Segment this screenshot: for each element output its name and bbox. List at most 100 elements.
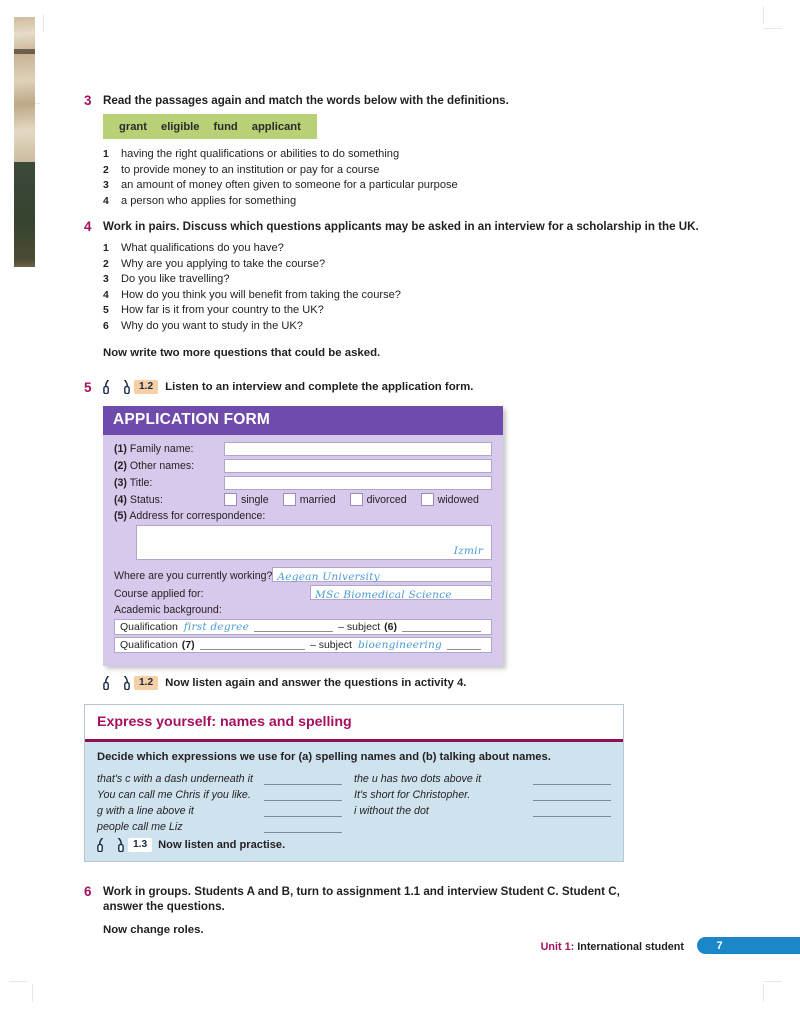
activity-5-listen-again-text: Now listen again and answer the question… [165,677,467,689]
footer-unit-title: International student [577,941,684,953]
list-item-text: Why are you applying to take the course? [121,257,326,270]
express-yourself-audio-line: 1.3 Now listen and practise. [97,838,611,852]
list-item: people call me Liz [97,817,354,833]
address-input[interactable]: Izmir [136,525,492,560]
list-item-number: 3 [103,274,109,286]
qualification-1-handwritten-value: first degree [183,621,250,633]
list-item: i without the dot [354,801,611,817]
expression-text: It's short for Christopher. [354,789,471,801]
qualification-1-subject-rule[interactable] [401,622,481,632]
application-form-body: (1) Family name: (2) Other names: (3) Ti… [103,435,503,666]
activity-6-heading: Work in groups. Students A and B, turn t… [103,885,620,913]
working-input[interactable]: Aegean University [272,567,492,583]
list-item: 3 Do you like travelling? [103,272,784,288]
form-row-status: (4) Status: single married divorced wido… [114,493,492,506]
expression-answer-rule[interactable] [533,805,611,817]
list-item-number: 1 [103,149,109,160]
course-input[interactable]: MSc Biomedical Science [310,585,492,601]
express-yourself-left-column: that's c with a dash underneath it You c… [97,769,354,833]
expression-answer-rule[interactable] [533,773,611,785]
list-item-number: 2 [103,258,109,270]
express-yourself-body: Decide which expressions we use for (a) … [85,742,623,861]
expression-text: people call me Liz [97,821,183,833]
list-item-text: a person who applies for something [121,194,297,207]
word-fund: fund [213,121,238,133]
form-row-family-name: (1) Family name: [114,442,492,456]
activity-5: 5 1.2 Listen to an interview and complet… [84,380,784,690]
expression-answer-rule[interactable] [533,789,611,801]
checkbox-widowed[interactable] [420,493,434,506]
expression-answer-rule[interactable] [264,805,342,817]
qualification-1-rule[interactable] [254,622,334,632]
status-option-single: single [241,493,269,506]
expression-answer-rule[interactable] [264,773,342,785]
express-yourself-right-column: the u has two dots above it It's short f… [354,769,611,833]
address-label-text: Address for correspondence: [129,510,266,522]
list-item-text: an amount of money often given to someon… [121,179,458,192]
vocabulary-word-bar: grant eligible fund applicant [103,114,317,139]
checkbox-divorced[interactable] [349,493,363,506]
word-grant: grant [119,121,147,133]
list-item-text: Do you like travelling? [121,273,230,286]
qualification-2-subject-rule[interactable] [447,640,481,650]
list-item: 3 an amount of money often given to some… [103,178,784,194]
list-item: 6 Why do you want to study in the UK? [103,319,784,335]
list-item: 1 having the right qualifications or abi… [103,147,784,163]
title-input[interactable] [224,476,492,490]
checkbox-single[interactable] [224,493,237,506]
expression-text: that's c with a dash underneath it [97,773,253,785]
qualification-2-subject-label: – subject [309,639,352,651]
status-option-widowed: widowed [437,493,479,506]
family-name-number: (1) [114,443,127,455]
qualification-1-subject-number: (6) [384,621,397,633]
list-item: It's short for Christopher. [354,785,611,801]
headphones-icon [103,380,130,394]
list-item: 2 Why are you applying to take the cours… [103,257,784,273]
family-name-input[interactable] [224,442,492,456]
qualification-row-2: Qualification (7) – subject bioengineeri… [114,637,492,653]
family-name-label-text: Family name: [129,443,194,455]
application-form-title: APPLICATION FORM [103,406,503,435]
other-names-label: (2) Other names: [114,460,224,472]
qualification-2-rule[interactable] [199,640,305,650]
title-label: (3) Title: [114,477,224,489]
list-item-number: 3 [103,180,109,192]
activity-4: 4 Work in pairs. Discuss which questions… [84,219,784,359]
list-item-number: 4 [103,195,109,207]
qualification-row-1: Qualification first degree – subject (6) [114,619,492,635]
activity-6-followup: Now change roles. [103,924,204,936]
audio-track-number: 1.2 [134,676,159,690]
course-handwritten-value: MSc Biomedical Science [315,589,452,601]
express-yourself-grid: that's c with a dash underneath it You c… [97,769,611,833]
list-item: 4 How do you think you will benefit from… [103,288,784,304]
list-item: 2 to provide money to an institution or … [103,163,784,179]
working-label: Where are you currently working? [114,570,273,582]
address-label: (5) Address for correspondence: [114,510,492,522]
other-names-input[interactable] [224,459,492,473]
page-number: 7 [716,939,723,952]
activity-4-heading: Work in pairs. Discuss which questions a… [103,220,699,233]
activity-3-definition-list: 1 having the right qualifications or abi… [103,147,784,209]
activity-5-listen-again: 1.2 Now listen again and answer the ques… [103,676,466,690]
expression-answer-rule[interactable] [264,789,342,801]
form-row-other-names: (2) Other names: [114,459,492,473]
expression-answer-rule[interactable] [264,821,342,833]
activity-6-number: 6 [84,884,92,899]
list-item: You can call me Chris if you like. [97,785,354,801]
address-number: (5) [114,510,127,522]
list-item-text: to provide money to an institution or pa… [121,163,380,176]
word-applicant: applicant [251,121,301,133]
checkbox-married[interactable] [282,493,296,506]
page-content: 3 Read the passages again and match the … [84,0,800,1014]
activity-3: 3 Read the passages again and match the … [84,93,784,209]
list-item-number: 4 [103,289,109,301]
photo-strip-upper [14,17,35,162]
status-options: single married divorced widowed [224,493,493,506]
express-yourself-box: Express yourself: names and spelling Dec… [84,704,624,862]
activity-5-number: 5 [84,380,92,395]
qualification-2-number: (7) [181,639,195,651]
list-item-text: How far is it from your country to the U… [121,304,324,317]
list-item: the u has two dots above it [354,769,611,785]
footer-unit-line: Unit 1: International student [541,941,684,953]
activity-5-heading: Listen to an interview and complete the … [165,381,474,393]
